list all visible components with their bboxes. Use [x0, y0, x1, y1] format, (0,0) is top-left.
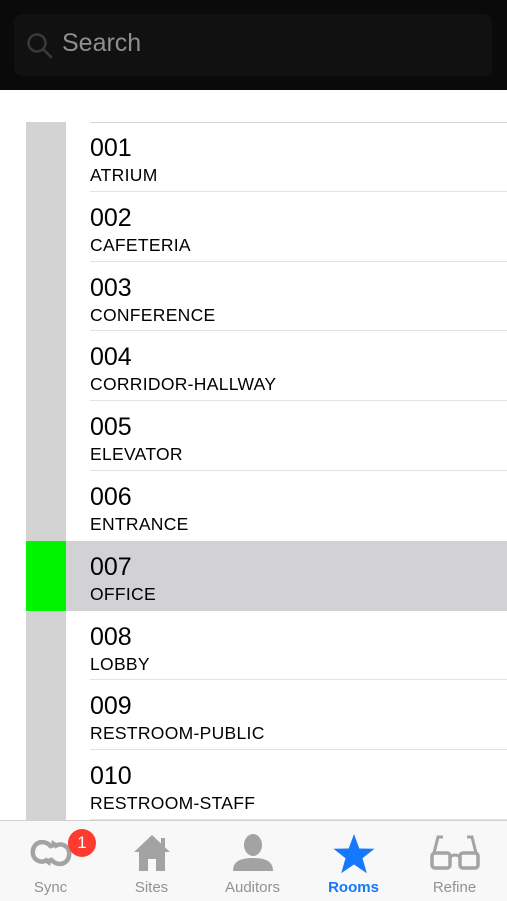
person-icon [232, 834, 273, 871]
room-code: 003 [90, 273, 132, 302]
room-row[interactable]: 004 CORRIDOR-HALLWAY [26, 331, 507, 402]
search-bar: Search [0, 0, 507, 90]
tab-label: Rooms [328, 879, 379, 896]
room-list: 001 ATRIUM 002 CAFETERIA 003 CONFERENCE 004 COR… [26, 122, 507, 820]
status-marker [26, 680, 66, 751]
room-code: 002 [90, 203, 132, 232]
room-row[interactable]: 005 ELEVATOR [26, 401, 507, 471]
glasses-icon [429, 835, 480, 870]
room-name: RESTROOM-STAFF [90, 793, 256, 814]
house-icon [133, 835, 170, 871]
room-name: ENTRANCE [90, 513, 189, 534]
status-marker [26, 401, 66, 471]
tab-label: Auditors [224, 879, 281, 896]
room-name: CONFERENCE [90, 304, 216, 325]
room-code: 010 [90, 762, 132, 791]
search-placeholder: Search [62, 29, 142, 57]
tab-sync[interactable]: 1 Sync [0, 821, 101, 901]
room-row[interactable]: 006 ENTRANCE [26, 470, 507, 541]
room-row[interactable]: 001 ATRIUM [26, 122, 507, 192]
room-row[interactable]: 002 CAFETERIA [26, 191, 507, 262]
search-icon [27, 33, 53, 59]
tab-label: Sites [134, 879, 169, 896]
room-name: OFFICE [90, 583, 156, 604]
tab-rooms[interactable]: Rooms [303, 821, 404, 901]
sync-badge: 1 [68, 829, 96, 857]
room-name: RESTROOM-PUBLIC [90, 723, 265, 744]
room-row[interactable]: 007 OFFICE [26, 540, 507, 611]
room-code: 006 [90, 482, 132, 511]
status-marker [26, 122, 66, 192]
status-marker [26, 610, 66, 681]
status-marker [26, 331, 66, 402]
tab-label: Sync [33, 879, 68, 896]
tab-label: Refine [432, 879, 477, 896]
room-name: CORRIDOR-HALLWAY [90, 374, 277, 395]
status-marker [26, 191, 66, 262]
tab-sites[interactable]: Sites [101, 821, 202, 901]
star-icon [333, 834, 374, 874]
room-name: ELEVATOR [90, 444, 183, 465]
room-code: 004 [90, 343, 132, 372]
room-name: LOBBY [90, 653, 150, 674]
room-row[interactable]: 010 RESTROOM-STAFF [26, 750, 507, 820]
room-code: 007 [90, 552, 132, 581]
status-marker [26, 750, 66, 820]
status-marker [26, 261, 66, 332]
room-row[interactable]: 008 LOBBY [26, 610, 507, 681]
room-row[interactable]: 009 RESTROOM-PUBLIC [26, 680, 507, 751]
room-code: 009 [90, 692, 132, 721]
room-code: 005 [90, 413, 132, 442]
room-name: ATRIUM [90, 165, 158, 185]
status-marker [26, 470, 66, 541]
status-marker [26, 540, 66, 611]
tab-refine[interactable]: Refine [404, 821, 505, 901]
search-field[interactable]: Search [14, 14, 492, 76]
tab-auditors[interactable]: Auditors [202, 821, 303, 901]
room-name: CAFETERIA [90, 234, 191, 255]
room-code: 001 [90, 134, 132, 162]
room-code: 008 [90, 622, 132, 651]
room-row[interactable]: 003 CONFERENCE [26, 261, 507, 332]
tab-bar: 1 Sync Sites Auditors Rooms Refine [0, 820, 507, 901]
